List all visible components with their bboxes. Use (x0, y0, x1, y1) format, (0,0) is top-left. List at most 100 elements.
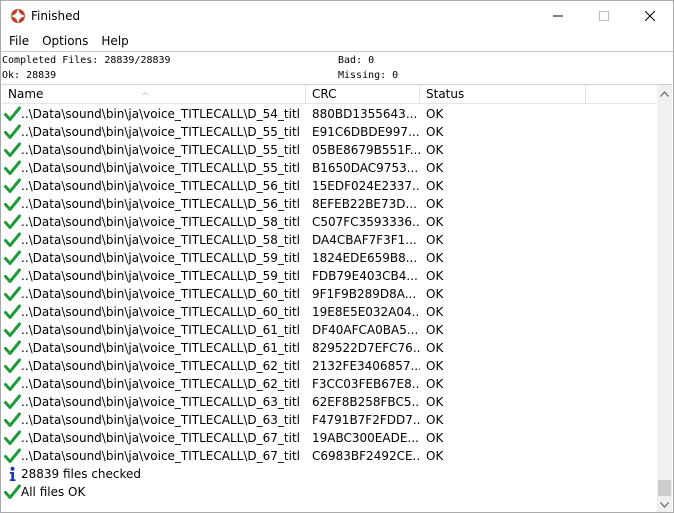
table-row[interactable]: ..\Data\sound\bin\ja\voice_TITLECALL\D_5… (2, 141, 656, 159)
scroll-thumb[interactable] (658, 480, 671, 496)
check-icon (4, 106, 21, 121)
table-row[interactable]: ..\Data\sound\bin\ja\voice_TITLECALL\D_5… (2, 213, 656, 231)
row-crc: F3CC03FEB67E8... (312, 377, 420, 391)
window-title: Finished (31, 9, 81, 23)
close-button[interactable] (627, 1, 673, 31)
info-icon (9, 466, 16, 481)
sort-arrow-icon: ︿ (142, 88, 149, 96)
table-row[interactable]: ..\Data\sound\bin\ja\voice_TITLECALL\D_5… (2, 195, 656, 213)
row-name: ..\Data\sound\bin\ja\voice_TITLECALL\D_6… (21, 359, 301, 373)
table-row[interactable]: ..\Data\sound\bin\ja\voice_TITLECALL\D_6… (2, 339, 656, 357)
table-row[interactable]: ..\Data\sound\bin\ja\voice_TITLECALL\D_5… (2, 123, 656, 141)
row-name: ..\Data\sound\bin\ja\voice_TITLECALL\D_6… (21, 323, 301, 337)
scroll-up-button[interactable] (657, 85, 672, 102)
row-name: ..\Data\sound\bin\ja\voice_TITLECALL\D_5… (21, 251, 301, 265)
row-crc: C507FC3593336... (312, 215, 420, 229)
check-icon (4, 160, 21, 175)
title-bar[interactable]: Finished (1, 1, 673, 31)
row-crc: 8EFEB22BE73D... (312, 197, 417, 211)
table-row[interactable]: ..\Data\sound\bin\ja\voice_TITLECALL\D_5… (2, 231, 656, 249)
column-header-crc[interactable]: CRC (306, 85, 420, 104)
table-row[interactable]: ..\Data\sound\bin\ja\voice_TITLECALL\D_6… (2, 285, 656, 303)
row-crc: 2132FE3406857... (312, 359, 420, 373)
row-status: OK (426, 143, 444, 157)
maximize-button[interactable] (581, 1, 627, 31)
row-name: ..\Data\sound\bin\ja\voice_TITLECALL\D_6… (21, 287, 301, 301)
table-row[interactable]: ..\Data\sound\bin\ja\voice_TITLECALL\D_6… (2, 411, 656, 429)
table-row[interactable]: ..\Data\sound\bin\ja\voice_TITLECALL\D_5… (2, 249, 656, 267)
column-name-label: Name (8, 87, 44, 101)
column-header-name[interactable]: ︿ Name (2, 85, 306, 104)
lifebuoy-app-icon (11, 9, 25, 23)
row-crc: 19ABC300EADE... (312, 431, 419, 445)
row-name: ..\Data\sound\bin\ja\voice_TITLECALL\D_5… (21, 233, 301, 247)
table-row[interactable]: ..\Data\sound\bin\ja\voice_TITLECALL\D_5… (2, 177, 656, 195)
check-icon (4, 268, 21, 283)
scroll-down-button[interactable] (657, 496, 672, 512)
menu-options[interactable]: Options (36, 32, 94, 51)
app-window: Finished File Options Help Completed Fil… (0, 0, 674, 513)
table-row[interactable]: ..\Data\sound\bin\ja\voice_TITLECALL\D_6… (2, 303, 656, 321)
row-name: ..\Data\sound\bin\ja\voice_TITLECALL\D_6… (21, 449, 301, 463)
row-status: OK (426, 287, 444, 301)
row-crc: F4791B7F2FDD7... (312, 413, 420, 427)
row-name: ..\Data\sound\bin\ja\voice_TITLECALL\D_5… (21, 197, 301, 211)
row-name: ..\Data\sound\bin\ja\voice_TITLECALL\D_5… (21, 161, 301, 175)
row-status: OK (426, 107, 444, 121)
row-name: ..\Data\sound\bin\ja\voice_TITLECALL\D_6… (21, 395, 301, 409)
menu-file[interactable]: File (3, 32, 35, 51)
row-name: ..\Data\sound\bin\ja\voice_TITLECALL\D_6… (21, 413, 301, 427)
chevron-down-icon (660, 501, 669, 508)
check-icon (4, 250, 21, 265)
row-crc: B1650DAC9753... (312, 161, 419, 175)
column-crc-label: CRC (312, 87, 337, 101)
completed-files-label: Completed Files: 28839/28839 (2, 55, 171, 66)
table-row[interactable]: ..\Data\sound\bin\ja\voice_TITLECALL\D_6… (2, 393, 656, 411)
table-row[interactable]: ..\Data\sound\bin\ja\voice_TITLECALL\D_6… (2, 447, 656, 465)
table-row[interactable]: ..\Data\sound\bin\ja\voice_TITLECALL\D_6… (2, 429, 656, 447)
check-icon (4, 448, 21, 463)
vertical-scrollbar[interactable] (657, 85, 672, 512)
row-crc: FDB79E403CB4... (312, 269, 418, 283)
table-row[interactable]: ..\Data\sound\bin\ja\voice_TITLECALL\D_5… (2, 267, 656, 285)
table-row[interactable]: ..\Data\sound\bin\ja\voice_TITLECALL\D_5… (2, 159, 656, 177)
check-icon (4, 430, 21, 445)
bad-count-label: Bad: 0 (338, 55, 375, 66)
row-crc: 1824EDE659B8... (312, 251, 418, 265)
log-message: All files OK (2, 483, 656, 501)
table-row[interactable]: ..\Data\sound\bin\ja\voice_TITLECALL\D_5… (2, 105, 656, 123)
close-icon (645, 11, 655, 21)
row-status: OK (426, 161, 444, 175)
row-status: OK (426, 341, 444, 355)
missing-count-label: Missing: 0 (338, 70, 399, 81)
column-header-filler (586, 85, 656, 104)
row-status: OK (426, 251, 444, 265)
row-status: OK (426, 215, 444, 229)
check-icon (4, 484, 21, 499)
table-row[interactable]: ..\Data\sound\bin\ja\voice_TITLECALL\D_6… (2, 375, 656, 393)
column-header-status[interactable]: Status (420, 85, 586, 104)
menu-help[interactable]: Help (95, 32, 134, 51)
row-name: ..\Data\sound\bin\ja\voice_TITLECALL\D_5… (21, 269, 301, 283)
stats-panel: Completed Files: 28839/28839 Ok: 28839 B… (1, 53, 673, 83)
row-crc: 9F1F9B289D8A... (312, 287, 417, 301)
check-icon (4, 196, 21, 211)
check-icon (4, 286, 21, 301)
check-icon (4, 340, 21, 355)
file-list[interactable]: ︿ Name CRC Status ..\Data\sound\bin\ja\v… (2, 84, 672, 512)
row-crc: 19E8E5E032A04... (312, 305, 420, 319)
row-status: OK (426, 413, 444, 427)
check-icon (4, 124, 21, 139)
row-crc: 05BE8679B551F... (312, 143, 420, 157)
check-icon (4, 412, 21, 427)
table-row[interactable]: ..\Data\sound\bin\ja\voice_TITLECALL\D_6… (2, 357, 656, 375)
row-status: OK (426, 305, 444, 319)
row-name: ..\Data\sound\bin\ja\voice_TITLECALL\D_6… (21, 431, 301, 445)
chevron-up-icon (660, 90, 669, 97)
row-name: ..\Data\sound\bin\ja\voice_TITLECALL\D_5… (21, 107, 301, 121)
table-row[interactable]: ..\Data\sound\bin\ja\voice_TITLECALL\D_6… (2, 321, 656, 339)
row-name: ..\Data\sound\bin\ja\voice_TITLECALL\D_6… (21, 305, 301, 319)
row-crc: C6983BF2492CE... (312, 449, 420, 463)
row-status: OK (426, 197, 444, 211)
minimize-button[interactable] (535, 1, 581, 31)
